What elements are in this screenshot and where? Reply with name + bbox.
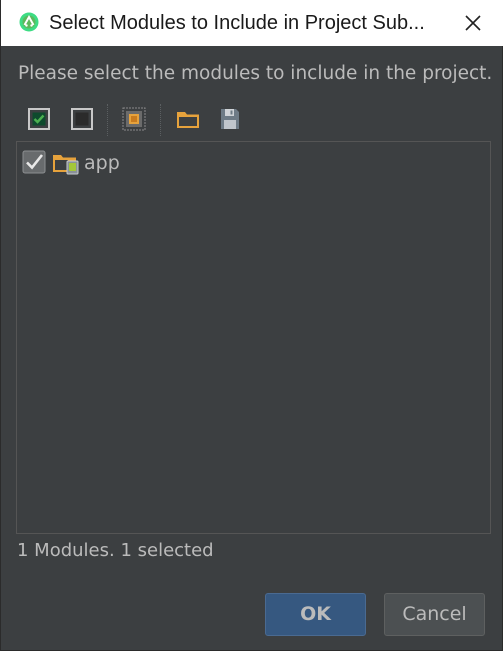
browse-folder-button[interactable] [175, 106, 201, 132]
toolbar-separator [107, 104, 108, 136]
module-label: app [84, 152, 120, 174]
floppy-save-icon [221, 109, 239, 129]
folder-icon [177, 112, 199, 128]
close-icon[interactable] [463, 13, 483, 33]
cancel-button[interactable]: Cancel [384, 593, 485, 636]
unselect-all-button[interactable] [69, 106, 95, 132]
module-checkbox[interactable] [22, 150, 46, 174]
select-all-button[interactable] [26, 106, 52, 132]
checkbox-empty-icon [71, 108, 93, 130]
title-bar: Select Modules to Include in Project Sub… [1, 0, 503, 46]
ok-button[interactable]: OK [265, 593, 366, 636]
select-module-dependencies-button[interactable] [121, 106, 147, 132]
module-list[interactable]: app [16, 141, 491, 534]
save-selection-button[interactable] [217, 106, 243, 132]
instruction-text: Please select the modules to include in … [18, 63, 493, 84]
list-item[interactable]: app [20, 146, 220, 180]
window-title: Select Modules to Include in Project Sub… [49, 12, 425, 34]
toolbar-separator [160, 104, 161, 136]
select-modules-dialog: Select Modules to Include in Project Sub… [0, 0, 503, 651]
android-module-folder-icon [53, 155, 79, 175]
checkbox-checked-icon [28, 108, 50, 130]
toolbar [21, 100, 491, 140]
android-studio-icon [19, 12, 39, 32]
module-dependencies-icon [122, 107, 146, 131]
selection-status: 1 Modules. 1 selected [17, 540, 214, 561]
